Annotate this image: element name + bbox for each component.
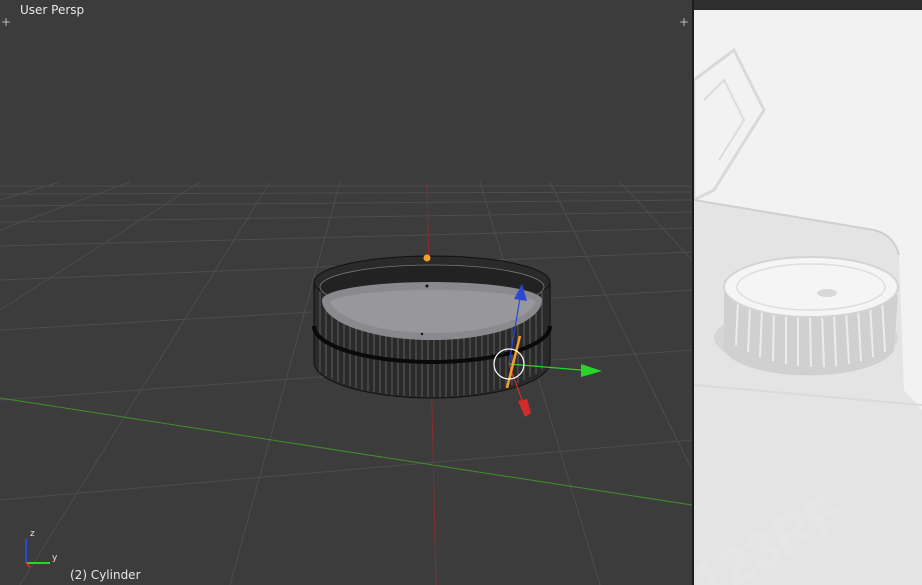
3d-viewport[interactable]: User Persp + + z y (2) Cylinder [0, 0, 692, 585]
active-object-label: (2) Cylinder [70, 568, 141, 582]
axis-y-label: y [52, 553, 58, 563]
plus-icon[interactable]: + [678, 16, 690, 28]
reference-image-panel[interactable]: + + 123RF [694, 0, 922, 585]
viewport-title: User Persp [20, 3, 85, 17]
plus-icon[interactable]: + [0, 16, 12, 28]
cylinder-object[interactable] [312, 254, 552, 399]
viewport-scene[interactable] [0, 0, 692, 585]
world-y-axis [0, 397, 692, 506]
axis-z-label: z [30, 529, 35, 539]
selected-vertex[interactable] [423, 254, 431, 262]
reference-photo: 123RF [694, 10, 922, 585]
panel-header [694, 0, 922, 10]
